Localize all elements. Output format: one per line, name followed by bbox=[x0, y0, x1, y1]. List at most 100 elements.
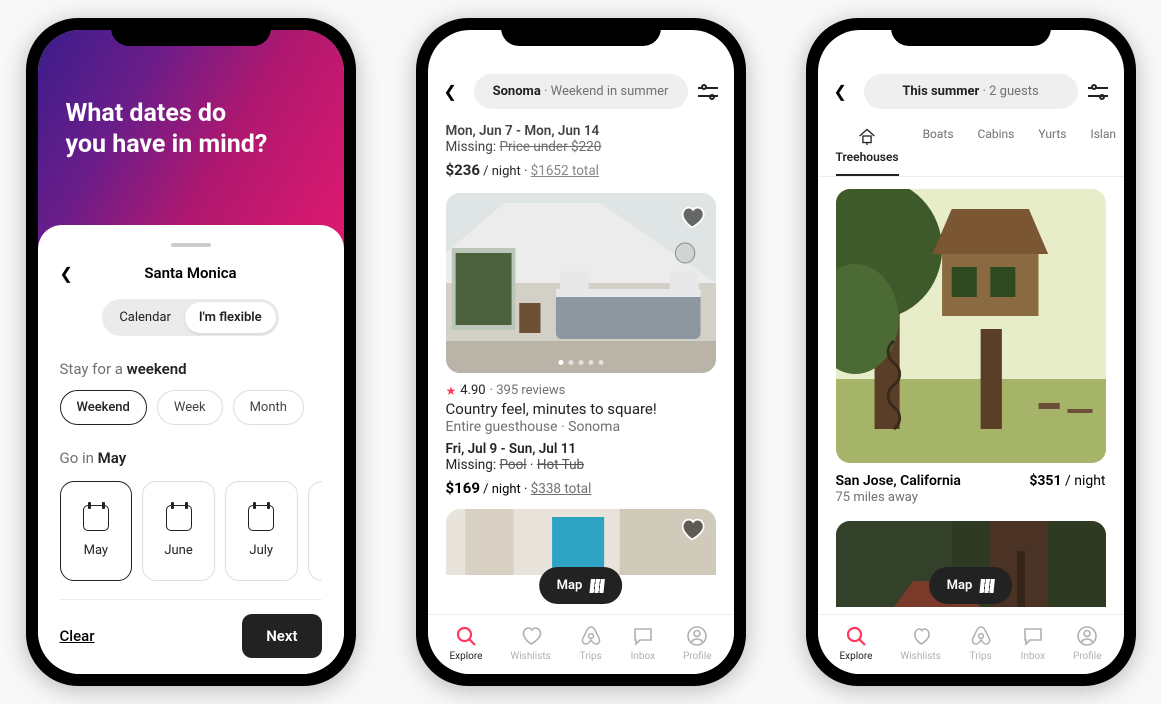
search-pill[interactable]: This summer · 2 guests bbox=[864, 74, 1078, 109]
cat-boats-label: Boats bbox=[923, 127, 954, 141]
results-list[interactable]: San Jose, California $351 / night 75 mil… bbox=[818, 177, 1124, 607]
wishlist-heart-icon[interactable] bbox=[678, 515, 706, 543]
map-label: Map bbox=[557, 578, 583, 593]
profile-icon bbox=[685, 624, 709, 648]
month-july[interactable]: July bbox=[225, 481, 298, 581]
tab-inbox[interactable]: Inbox bbox=[631, 624, 655, 662]
grab-handle[interactable] bbox=[171, 243, 211, 247]
listing-image[interactable] bbox=[836, 189, 1106, 463]
next-button[interactable]: Next bbox=[242, 614, 321, 658]
cat-yurts[interactable]: Yurts bbox=[1038, 127, 1066, 176]
missing-hottub: Hot Tub bbox=[537, 457, 584, 473]
search-sep: · bbox=[541, 84, 551, 99]
duration-chips: Weekend Week Month bbox=[60, 390, 322, 425]
listing-title: Country feel, minutes to square! bbox=[446, 400, 716, 418]
phone-3-categories: ❮ This summer · 2 guests Treehouses Boat… bbox=[806, 18, 1136, 686]
cat-islands[interactable]: Islan bbox=[1090, 127, 1116, 176]
search-location: Sonoma bbox=[493, 84, 541, 99]
missing-pool: Pool bbox=[499, 457, 526, 473]
listing-image-partial[interactable] bbox=[446, 509, 716, 575]
month-next-partial[interactable] bbox=[308, 481, 322, 581]
filter-icon[interactable] bbox=[1088, 84, 1108, 100]
month-may[interactable]: May bbox=[60, 481, 133, 581]
month-may-label: May bbox=[84, 543, 108, 558]
map-icon bbox=[980, 579, 995, 593]
tab-profile[interactable]: Profile bbox=[1073, 624, 1102, 662]
cat-boats[interactable]: Boats bbox=[923, 127, 954, 176]
map-button[interactable]: Map bbox=[929, 567, 1013, 604]
listing-meta-row: San Jose, California $351 / night bbox=[836, 473, 1106, 489]
back-icon[interactable]: ❮ bbox=[60, 264, 73, 283]
back-icon[interactable]: ❮ bbox=[444, 82, 464, 101]
back-icon[interactable]: ❮ bbox=[834, 82, 854, 101]
tab-explore[interactable]: Explore bbox=[839, 624, 872, 662]
reviews-count: · 395 reviews bbox=[490, 383, 566, 398]
cat-yurts-label: Yurts bbox=[1038, 127, 1066, 141]
listing-distance: 75 miles away bbox=[836, 490, 1106, 505]
location-name: Santa Monica bbox=[144, 264, 236, 282]
heart-icon bbox=[519, 624, 543, 648]
phone-2-results: ❮ Sonoma · Weekend in summer Mon, Jun 7 … bbox=[416, 18, 746, 686]
tab-profile[interactable]: Profile bbox=[683, 624, 712, 662]
airbnb-logo-icon bbox=[969, 624, 993, 648]
search-dates: This summer bbox=[902, 84, 979, 99]
listing-image[interactable] bbox=[446, 193, 716, 373]
cat-treehouses[interactable]: Treehouses bbox=[836, 127, 899, 176]
month-june[interactable]: June bbox=[142, 481, 215, 581]
cat-cabins-label: Cabins bbox=[978, 127, 1015, 141]
search-icon bbox=[844, 624, 868, 648]
listing-price-row: $236 / night · $1652 total bbox=[446, 161, 716, 179]
search-dates: Weekend in summer bbox=[551, 84, 669, 99]
tab-wishlists[interactable]: Wishlists bbox=[510, 624, 550, 662]
chat-icon bbox=[631, 624, 655, 648]
chip-weekend[interactable]: Weekend bbox=[60, 390, 147, 425]
heading-text: What dates do you have in mind? bbox=[38, 30, 344, 161]
tab-wishlists-label: Wishlists bbox=[510, 651, 550, 662]
price-value: $236 bbox=[446, 161, 480, 179]
phone-notch bbox=[111, 18, 271, 46]
missing-prefix: Missing: bbox=[446, 139, 500, 155]
chip-week[interactable]: Week bbox=[157, 390, 223, 425]
calendar-icon bbox=[83, 505, 109, 531]
listing-location: San Jose, California bbox=[836, 473, 961, 489]
filter-icon[interactable] bbox=[698, 84, 718, 100]
segment-calendar[interactable]: Calendar bbox=[105, 302, 185, 333]
listing-price: $351 / night bbox=[1029, 473, 1105, 489]
chip-month[interactable]: Month bbox=[233, 390, 304, 425]
clear-button[interactable]: Clear bbox=[60, 627, 95, 645]
tab-inbox-label: Inbox bbox=[1021, 651, 1045, 662]
category-tabs[interactable]: Treehouses Boats Cabins Yurts Islan bbox=[818, 117, 1124, 177]
price-per: / night bbox=[1061, 473, 1105, 489]
phone-notch bbox=[501, 18, 661, 46]
stay-prefix: Stay for a bbox=[60, 360, 127, 378]
tab-profile-label: Profile bbox=[1073, 651, 1102, 662]
missing-sep: · bbox=[527, 457, 537, 473]
search-pill[interactable]: Sonoma · Weekend in summer bbox=[474, 74, 688, 109]
rating-line: ★ 4.90 · 395 reviews bbox=[446, 383, 716, 398]
tab-explore[interactable]: Explore bbox=[449, 624, 482, 662]
tab-wishlists[interactable]: Wishlists bbox=[900, 624, 940, 662]
bottom-sheet: ❮ Santa Monica Calendar I'm flexible Sta… bbox=[38, 225, 344, 674]
tab-trips[interactable]: Trips bbox=[579, 624, 603, 662]
stay-bold: weekend bbox=[127, 360, 187, 378]
tab-inbox-label: Inbox bbox=[631, 651, 655, 662]
missing-prefix: Missing: bbox=[446, 457, 500, 473]
cat-cabins[interactable]: Cabins bbox=[978, 127, 1015, 176]
search-icon bbox=[454, 624, 478, 648]
airbnb-logo-icon bbox=[579, 624, 603, 648]
listing-dates: Fri, Jul 9 - Sun, Jul 11 bbox=[446, 441, 716, 457]
tab-inbox[interactable]: Inbox bbox=[1021, 624, 1045, 662]
segment-flexible[interactable]: I'm flexible bbox=[185, 302, 276, 333]
stay-for-label: Stay for a weekend bbox=[60, 360, 322, 378]
price-per: / night · bbox=[480, 164, 531, 179]
tab-trips-label: Trips bbox=[970, 651, 992, 662]
wishlist-heart-icon[interactable] bbox=[678, 203, 706, 231]
map-button[interactable]: Map bbox=[539, 567, 623, 604]
tab-trips[interactable]: Trips bbox=[969, 624, 993, 662]
listing-top: Mon, Jun 7 - Mon, Jun 14 Missing: Price … bbox=[446, 123, 716, 179]
go-bold: May bbox=[98, 449, 127, 467]
price-per: / night · bbox=[480, 482, 531, 497]
phone-1-dates: What dates do you have in mind? ❮ Santa … bbox=[26, 18, 356, 686]
results-list[interactable]: Mon, Jun 7 - Mon, Jun 14 Missing: Price … bbox=[428, 117, 734, 575]
star-icon: ★ bbox=[446, 384, 457, 398]
